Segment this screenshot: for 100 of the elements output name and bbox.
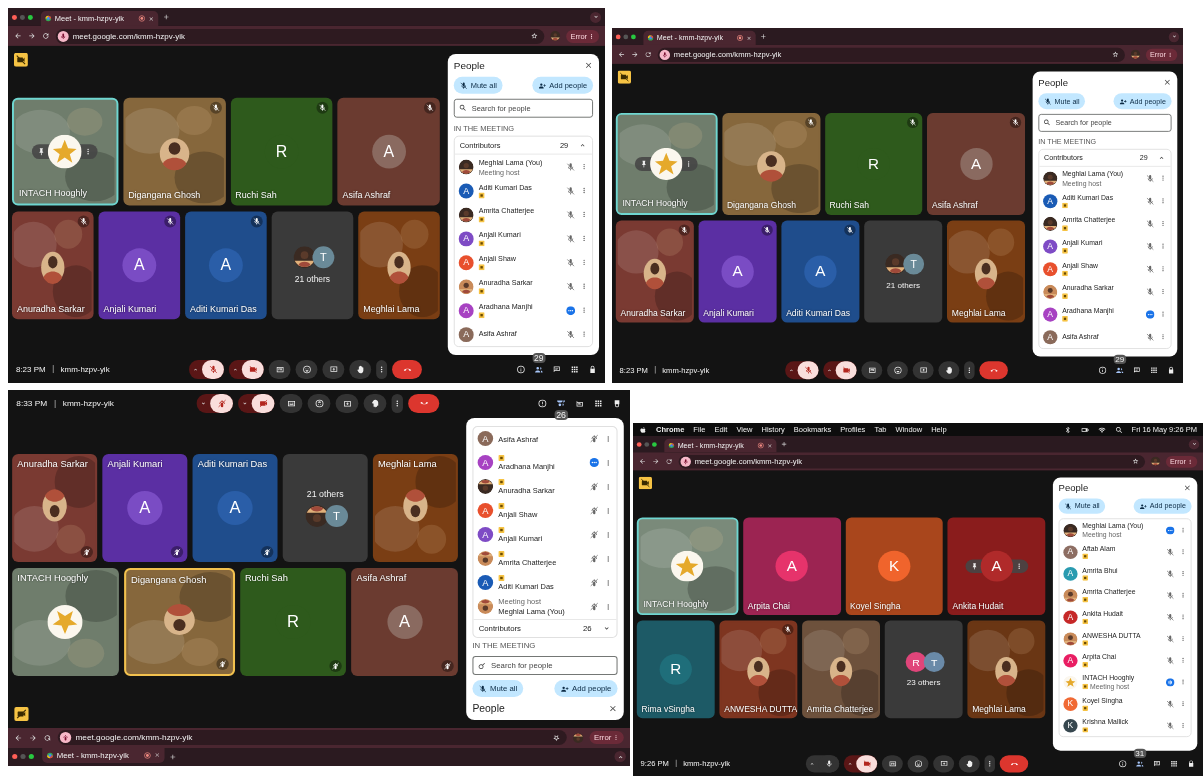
participant-tile[interactable]: A Asifa Ashraf xyxy=(927,112,1025,215)
meeting-code: kmm-hzpv-yik xyxy=(62,399,114,409)
participant-tile[interactable]: Anuradha Sarkar xyxy=(615,220,694,323)
participant-name: Anjali Kumari xyxy=(103,304,157,315)
avatar: A xyxy=(980,550,1013,582)
participant-tile[interactable]: R Ruchi Sah xyxy=(824,112,923,215)
avatar: A xyxy=(122,248,157,283)
participant-tile[interactable]: Meghlai Lama xyxy=(967,620,1046,719)
participant-tile[interactable]: INTACH Hooghly xyxy=(636,517,739,616)
participant-name: Ruchi Sah xyxy=(829,200,869,211)
avatar: A xyxy=(458,254,474,270)
participant-tile[interactable]: Anuradha Sarkar xyxy=(12,211,94,320)
participant-tile[interactable]: Asifa Ashraf A xyxy=(351,568,458,676)
panel-title: People xyxy=(1038,76,1068,87)
participant-tile[interactable]: R Ruchi Sah xyxy=(230,97,333,206)
participant-count: 29 xyxy=(532,352,546,363)
participant-tile[interactable]: Digangana Ghosh xyxy=(722,112,820,215)
avatar: A xyxy=(1043,239,1058,254)
avatar: A xyxy=(458,230,474,246)
participant-tile[interactable]: Aditi Kumari Das A xyxy=(192,454,278,562)
participant-name: Aditi Kumari Das xyxy=(197,459,268,469)
avatar: A xyxy=(458,183,474,198)
participant-count: 26 xyxy=(554,410,569,421)
participant-tile[interactable]: Digangana Ghosh xyxy=(123,97,226,206)
avatar: K xyxy=(1063,718,1078,733)
participant-tile[interactable]: Meghlai Lama xyxy=(372,454,458,562)
avatar: A xyxy=(1043,307,1058,322)
participant-name: INTACH Hooghly xyxy=(17,573,89,583)
participant-name: INTACH Hooghly xyxy=(622,198,688,209)
participant-name: Anuradha Sarkar xyxy=(620,308,686,318)
participant-tile[interactable]: INTACH Hooghly xyxy=(615,112,718,215)
address-bar[interactable]: meet.google.com/kmm-hzpv-yik xyxy=(57,730,568,746)
participant-tile[interactable]: A Asifa Ashraf xyxy=(337,97,440,206)
avatar: A xyxy=(387,605,423,639)
avatar: A xyxy=(477,503,494,519)
participant-tile[interactable]: A Aditi Kumari Das xyxy=(781,220,860,323)
avatar: A xyxy=(959,147,993,180)
avatar: A xyxy=(209,248,243,283)
participant-count: 29 xyxy=(1113,354,1127,364)
participant-tile[interactable]: K Koyel Singha xyxy=(845,517,943,616)
avatar: A xyxy=(217,491,253,525)
participant-name: Meghlai Lama xyxy=(363,304,420,315)
avatar: R xyxy=(659,653,692,685)
avatar: A xyxy=(721,255,754,288)
avatar: A xyxy=(477,431,494,447)
participant-tile[interactable]: 21 others T xyxy=(282,454,368,562)
participant-tile[interactable]: A Aditi Kumari Das xyxy=(185,211,267,320)
avatar: T xyxy=(903,253,925,275)
participant-name: INTACH Hooghly xyxy=(18,188,87,199)
avatar: A xyxy=(371,134,406,169)
panel-title: People xyxy=(453,59,485,71)
avatar: A xyxy=(1063,610,1078,624)
participant-name: INTACH Hooghly xyxy=(643,599,709,609)
avatar: A xyxy=(1043,193,1058,208)
avatar: A xyxy=(1063,653,1078,668)
participant-name: Koyel Singha xyxy=(850,601,901,611)
meeting-time: 8:33 PM xyxy=(16,399,48,409)
avatar: A xyxy=(477,455,494,471)
participant-tile[interactable]: ANWESHA DUTTA xyxy=(719,620,798,719)
participant-name: Anuradha Sarkar xyxy=(16,304,85,315)
participant-tile[interactable]: A Anjali Kumari xyxy=(698,220,777,323)
avatar: A xyxy=(477,575,494,591)
participant-tile[interactable]: Digangana Ghosh xyxy=(123,568,235,676)
avatar: T xyxy=(312,246,335,269)
participant-tile[interactable]: A Arpita Chai xyxy=(742,517,841,616)
avatar: A xyxy=(477,527,494,543)
avatar: A xyxy=(1043,261,1058,276)
participant-name: Digangana Ghosh xyxy=(128,190,201,201)
participant-tile[interactable]: INTACH Hooghly xyxy=(12,97,119,206)
avatar: K xyxy=(878,550,911,582)
participant-tile[interactable]: Anuradha Sarkar xyxy=(12,454,98,562)
participant-name: Amrita Chatterjee xyxy=(806,704,874,714)
participant-tile[interactable]: T 21 others xyxy=(271,211,354,320)
participant-tile[interactable]: Meghlai Lama xyxy=(358,211,440,320)
participant-name: Rima vSingha xyxy=(641,704,695,714)
participant-tile[interactable]: Amrita Chatterjee xyxy=(802,620,880,719)
participant-name: Meghlai Lama xyxy=(378,459,437,469)
participant-tile[interactable]: R Rima vSingha xyxy=(636,620,715,719)
avatar: T xyxy=(325,505,349,527)
participant-tile[interactable]: Meghlai Lama xyxy=(947,220,1025,323)
participant-tile[interactable]: A Ankita Hudait xyxy=(947,517,1046,616)
participant-name: Asifa Ashraf xyxy=(356,573,407,583)
participant-tile[interactable]: Ruchi Sah R xyxy=(239,568,347,676)
participant-tile[interactable]: A Anjali Kumari xyxy=(98,211,181,320)
avatar: A xyxy=(458,326,474,342)
participant-tile[interactable]: Anjali Kumari A xyxy=(102,454,188,562)
participant-tile[interactable]: INTACH Hooghly xyxy=(12,568,119,676)
avatar: A xyxy=(1063,566,1078,581)
participant-name: Anjali Kumari xyxy=(703,308,754,318)
others-count: 21 others xyxy=(306,489,344,499)
participant-tile[interactable]: T 21 others xyxy=(864,220,943,323)
participant-name: Digangana Ghosh xyxy=(131,575,207,585)
avatar: A xyxy=(1063,544,1078,559)
participant-name: Ankita Hudait xyxy=(952,601,1004,611)
avatar: K xyxy=(1063,696,1078,711)
participant-name: Ruchi Sah xyxy=(235,190,277,201)
participant-name: Ruchi Sah xyxy=(244,573,288,583)
participant-name: Arpita Chai xyxy=(747,601,790,611)
participant-name: ANWESHA DUTTA xyxy=(724,704,798,714)
avatar: A xyxy=(127,491,163,525)
